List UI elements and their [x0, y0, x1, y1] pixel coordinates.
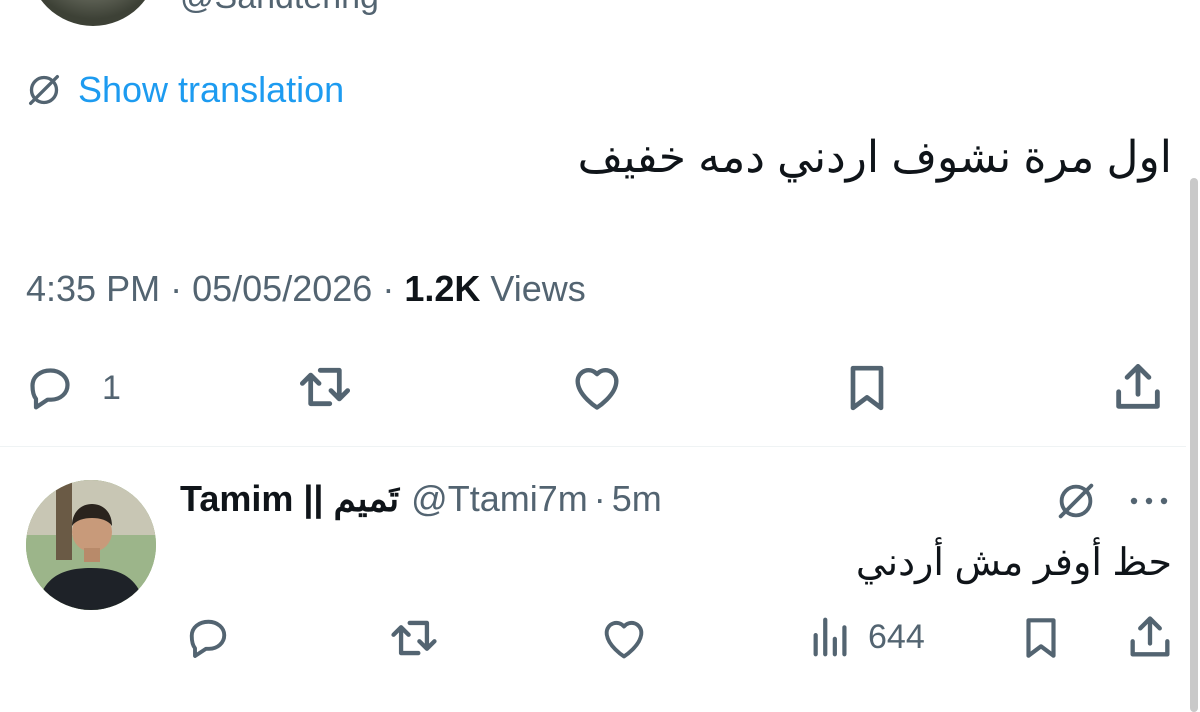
- like-button[interactable]: [566, 358, 628, 416]
- share-icon: [1116, 364, 1160, 409]
- prev-avatar[interactable]: [28, 0, 158, 26]
- separator: ·: [382, 268, 395, 309]
- prev-handle[interactable]: @Sandtering: [180, 0, 379, 17]
- reply-views-button[interactable]: 644: [808, 612, 925, 662]
- reply-share-button[interactable]: [1124, 610, 1176, 664]
- separator: ·: [593, 478, 606, 519]
- share-button[interactable]: [1108, 358, 1168, 416]
- tweet-time[interactable]: 4:35 PM: [26, 268, 160, 309]
- reply-text: حظ أوفر مش أردني: [855, 542, 1172, 584]
- tweet-meta: 4:35 PM · 05/05/2026 · 1.2K Views: [26, 268, 586, 310]
- like-icon: [604, 620, 644, 659]
- scrollbar[interactable]: [1186, 0, 1200, 712]
- more-button[interactable]: [1126, 488, 1172, 514]
- views-count: 1.2K: [404, 268, 481, 309]
- show-translation-button[interactable]: Show translation: [24, 68, 344, 112]
- like-icon: [575, 368, 619, 410]
- grok-icon: [1058, 483, 1094, 519]
- reply-reply-button[interactable]: [182, 612, 234, 664]
- retweet-icon: [299, 367, 351, 407]
- separator: ·: [170, 268, 183, 309]
- divider: [0, 446, 1186, 447]
- reply-author-handle[interactable]: @Ttami7m: [411, 478, 588, 520]
- reply-retweet-button[interactable]: [386, 612, 442, 664]
- retweet-button[interactable]: [294, 358, 356, 416]
- bookmark-icon: [1026, 618, 1056, 658]
- reply-icon: [22, 360, 78, 416]
- retweet-icon: [391, 620, 437, 656]
- reply-header: Tamim || تَميم @Ttami7m · 5m: [180, 478, 662, 520]
- bookmark-icon: [850, 365, 884, 411]
- more-icon: [1130, 497, 1168, 505]
- reply-like-button[interactable]: [596, 612, 652, 664]
- views-label: Views: [490, 268, 586, 309]
- reply-bookmark-button[interactable]: [1016, 612, 1066, 664]
- reply-icon: [189, 619, 227, 658]
- reply-views-count: 644: [868, 617, 925, 656]
- grok-button[interactable]: [1052, 478, 1100, 524]
- tweet-text: اول مرة نشوف اردني دمه خفيف: [577, 133, 1172, 182]
- reply-count: 1: [102, 368, 121, 407]
- reply-button[interactable]: 1: [22, 360, 121, 416]
- views-icon: [808, 612, 854, 662]
- scrollbar-thumb[interactable]: [1190, 178, 1198, 712]
- show-translation-label: Show translation: [78, 69, 345, 110]
- bookmark-button[interactable]: [838, 360, 896, 416]
- reply-avatar[interactable]: [26, 480, 156, 610]
- reply-age[interactable]: 5m: [612, 478, 662, 520]
- tweet-date[interactable]: 05/05/2026: [192, 268, 372, 309]
- share-icon: [1130, 616, 1170, 657]
- reply-author-name[interactable]: Tamim || تَميم: [180, 478, 399, 520]
- translate-icon: [24, 70, 64, 110]
